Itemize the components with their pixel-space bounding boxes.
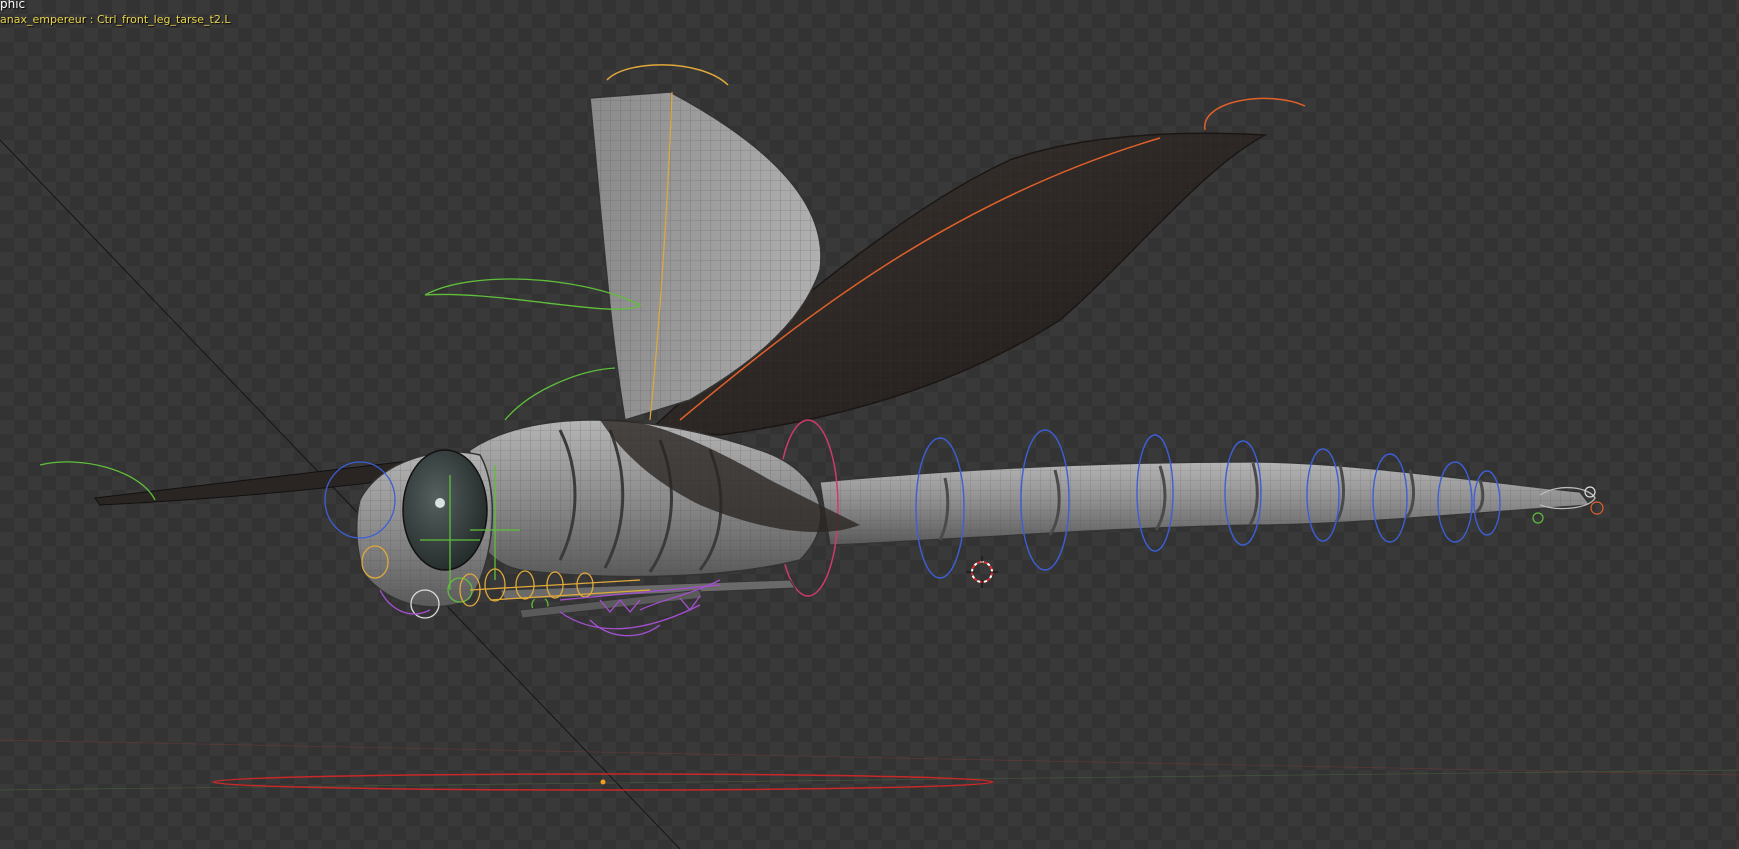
y-axis-line bbox=[0, 769, 1739, 791]
scene-canvas[interactable] bbox=[0, 0, 1739, 849]
viewport-view-label: phic bbox=[0, 0, 26, 11]
x-axis-line bbox=[0, 739, 1739, 776]
viewport-object-label: anax_empereur : Ctrl_front_leg_tarse_t2.… bbox=[0, 13, 231, 26]
3d-viewport[interactable]: phic anax_empereur : Ctrl_front_leg_tars… bbox=[0, 0, 1739, 849]
3d-cursor-icon bbox=[966, 556, 998, 588]
thorax bbox=[465, 419, 860, 578]
abdomen bbox=[819, 461, 1604, 546]
wing-control-orange bbox=[1204, 97, 1306, 131]
wing-control-yellow bbox=[606, 64, 729, 86]
compound-eye bbox=[402, 449, 488, 571]
origin-dot bbox=[600, 779, 606, 785]
